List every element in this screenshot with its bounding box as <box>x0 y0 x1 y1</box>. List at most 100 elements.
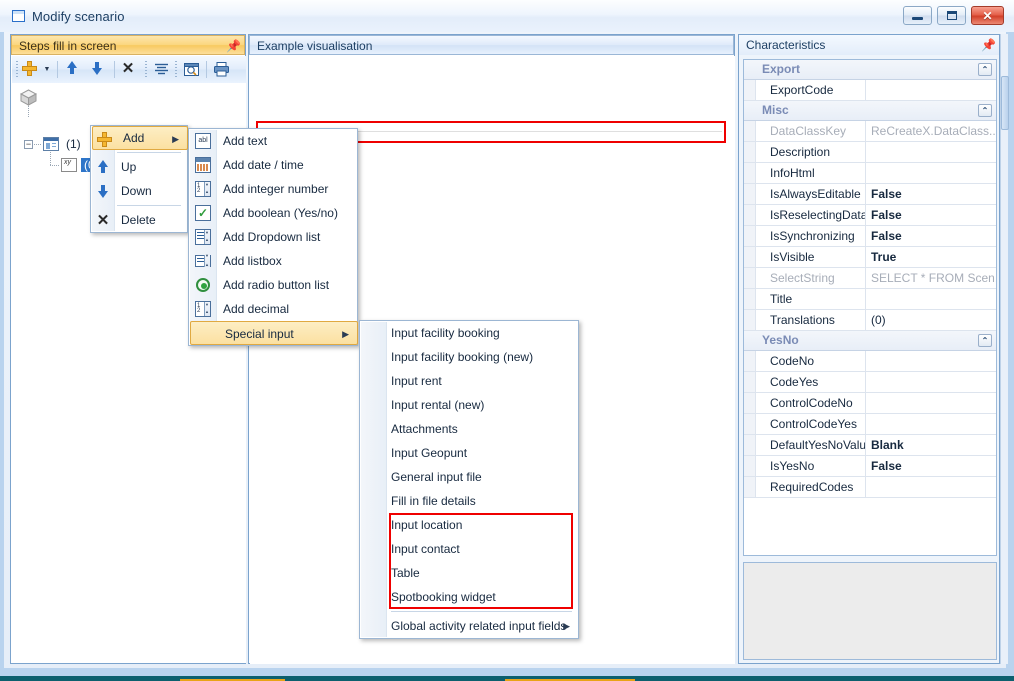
property-value[interactable]: False <box>866 226 996 246</box>
property-row[interactable]: IsYesNoFalse <box>744 456 996 477</box>
property-value[interactable] <box>866 163 996 183</box>
property-value[interactable] <box>866 142 996 162</box>
menu-item-add[interactable]: Add ▶ <box>92 126 188 150</box>
steps-panel-header: Steps fill in screen 📌 <box>11 35 245 55</box>
add-button[interactable] <box>22 60 41 79</box>
chevron-right-icon: ▶ <box>342 322 349 346</box>
property-row[interactable]: ExportCode <box>744 80 996 101</box>
menu-item-add-boolean[interactable]: ✓ Add boolean (Yes/no) <box>189 201 357 225</box>
menu-item-add-listbox[interactable]: Add listbox <box>189 249 357 273</box>
menu-item-input-location[interactable]: Input location <box>360 513 578 537</box>
pin-icon[interactable]: 📌 <box>981 38 993 52</box>
delete-button[interactable]: ✕ <box>120 60 139 79</box>
property-value[interactable]: False <box>866 184 996 204</box>
property-row[interactable]: CodeYes <box>744 372 996 393</box>
menu-item-table[interactable]: Table <box>360 561 578 585</box>
property-grid[interactable]: Export⌃ExportCodeMisc⌃DataClassKeyReCrea… <box>743 59 997 556</box>
menu-item-input-rent[interactable]: Input rent <box>360 369 578 393</box>
menu-item-down-label: Down <box>121 184 152 198</box>
menu-item-label: Global activity related input fields <box>391 619 566 633</box>
property-row[interactable]: RequiredCodes <box>744 477 996 498</box>
menu-item-add-text[interactable]: abl Add text <box>189 129 357 153</box>
collapse-toggle-icon[interactable]: ⌃ <box>978 104 992 117</box>
property-row[interactable]: InfoHtml <box>744 163 996 184</box>
menu-item-add-datetime[interactable]: Add date / time <box>189 153 357 177</box>
property-row[interactable]: SelectStringSELECT * FROM Scen... <box>744 268 996 289</box>
property-value[interactable]: SELECT * FROM Scen... <box>866 268 996 288</box>
special-input-submenu[interactable]: Input facility booking Input facility bo… <box>359 320 579 639</box>
menu-item-down[interactable]: Down <box>91 179 187 203</box>
property-value[interactable] <box>866 477 996 497</box>
menu-item-input-facility-booking-new[interactable]: Input facility booking (new) <box>360 345 578 369</box>
property-row[interactable]: Translations(0) <box>744 310 996 331</box>
menu-item-label: Input rent <box>391 374 442 388</box>
menu-item-input-contact[interactable]: Input contact <box>360 537 578 561</box>
property-value[interactable] <box>866 393 996 413</box>
chevron-right-icon: ▶ <box>172 127 179 151</box>
property-value[interactable]: Blank <box>866 435 996 455</box>
property-value[interactable]: False <box>866 205 996 225</box>
property-value[interactable] <box>866 289 996 309</box>
collapse-toggle-icon[interactable]: ⌃ <box>978 334 992 347</box>
property-row[interactable]: IsAlwaysEditableFalse <box>744 184 996 205</box>
menu-item-up[interactable]: Up <box>91 155 187 179</box>
tree-expander-node-1[interactable]: − <box>24 140 33 149</box>
property-value[interactable]: False <box>866 456 996 476</box>
menu-item-fill-in-file-details[interactable]: Fill in file details <box>360 489 578 513</box>
menu-item-spotbooking-widget[interactable]: Spotbooking widget <box>360 585 578 609</box>
property-row[interactable]: IsVisibleTrue <box>744 247 996 268</box>
menu-item-add-decimal[interactable]: 12 Add decimal <box>189 297 357 321</box>
print-button[interactable] <box>212 60 231 79</box>
pin-icon[interactable]: 📌 <box>226 39 238 53</box>
property-row[interactable]: IsReselectingDataFalse <box>744 205 996 226</box>
property-row[interactable]: CodeNo <box>744 351 996 372</box>
menu-item-general-input-file[interactable]: General input file <box>360 465 578 489</box>
menu-item-special-input[interactable]: Special input ▶ <box>190 321 358 345</box>
menu-item-global-activity-related-input-fields[interactable]: Global activity related input fields ▶ <box>360 614 578 638</box>
menu-item-label: Input contact <box>391 542 460 556</box>
menu-item-input-geopunt[interactable]: Input Geopunt <box>360 441 578 465</box>
menu-item-up-label: Up <box>121 160 136 174</box>
maximize-button[interactable] <box>937 6 966 25</box>
property-row[interactable]: DefaultYesNoValueBlank <box>744 435 996 456</box>
menu-item-attachments[interactable]: Attachments <box>360 417 578 441</box>
align-button[interactable] <box>152 60 171 79</box>
property-row[interactable]: DataClassKeyReCreateX.DataClass.... <box>744 121 996 142</box>
menu-item-input-facility-booking[interactable]: Input facility booking <box>360 321 578 345</box>
menu-item-delete[interactable]: ✕ Delete <box>91 208 187 232</box>
property-row[interactable]: Description <box>744 142 996 163</box>
menu-item-label: Spotbooking widget <box>391 590 496 604</box>
property-value[interactable] <box>866 80 996 100</box>
add-submenu[interactable]: abl Add text Add date / time 12 Add inte… <box>188 128 358 346</box>
menu-item-input-rental-new[interactable]: Input rental (new) <box>360 393 578 417</box>
close-button[interactable]: ✕ <box>971 6 1004 25</box>
add-dropdown-arrow[interactable]: ▼ <box>42 60 52 79</box>
preview-button[interactable] <box>182 60 201 79</box>
menu-item-add-dropdown[interactable]: Add Dropdown list <box>189 225 357 249</box>
property-row[interactable]: ControlCodeYes <box>744 414 996 435</box>
property-value[interactable]: True <box>866 247 996 267</box>
move-down-button[interactable] <box>89 60 108 79</box>
minimize-button[interactable] <box>903 6 932 25</box>
right-scrollbar[interactable] <box>1000 34 1008 664</box>
property-row[interactable]: Title <box>744 289 996 310</box>
property-name: Description <box>756 142 866 162</box>
context-menu[interactable]: Add ▶ Up Down ✕ Delete <box>90 125 188 233</box>
menu-item-add-radio[interactable]: Add radio button list <box>189 273 357 297</box>
collapse-toggle-icon[interactable]: ⌃ <box>978 63 992 76</box>
property-row-gutter <box>744 477 756 497</box>
property-row[interactable]: IsSynchronizingFalse <box>744 226 996 247</box>
menu-item-label: Input Geopunt <box>391 446 467 460</box>
property-value[interactable] <box>866 372 996 392</box>
tree-connector-vertical-2 <box>50 152 51 166</box>
menu-item-add-integer[interactable]: 12 Add integer number <box>189 177 357 201</box>
property-value[interactable]: ReCreateX.DataClass.... <box>866 121 996 141</box>
property-value[interactable] <box>866 351 996 371</box>
right-scrollbar-thumb[interactable] <box>1001 76 1009 130</box>
property-row[interactable]: ControlCodeNo <box>744 393 996 414</box>
property-value[interactable] <box>866 414 996 434</box>
move-up-button[interactable] <box>64 60 83 79</box>
property-value[interactable]: (0) <box>866 310 996 330</box>
tree-node-label-1[interactable]: (1) <box>66 137 81 152</box>
menu-item-add-text-label: Add text <box>223 134 267 148</box>
